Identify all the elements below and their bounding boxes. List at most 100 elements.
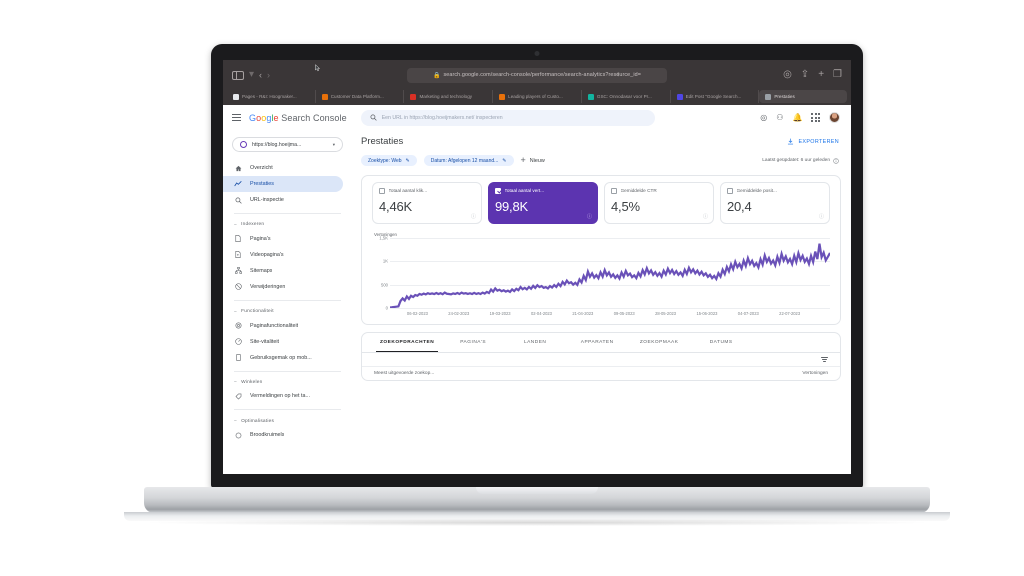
sidebar-item-sitemaps[interactable]: Sitemaps [223,263,343,279]
metric-value: 99,8K [495,198,528,214]
notifications-icon[interactable]: 🔔 [792,113,802,122]
info-icon[interactable]: ⓘ [587,213,592,220]
tab-landen[interactable]: LANDEN [504,333,566,352]
browser-tab[interactable]: GSC: Onnodasar voor Pr... [582,90,671,103]
sidebar-item-site-vitaliteit[interactable]: Site-vitaliteit [223,334,343,350]
metric-value: 4,46K [379,198,412,214]
brand-logo: Google Search Console [249,113,347,123]
sidebar-item-vermeldingen[interactable]: Vermeldingen op het ta... [223,388,343,404]
sidebar-group-functionaliteit[interactable]: − Functionaliteit [223,306,351,318]
new-filter-button[interactable]: + Nieuw [521,155,545,165]
tab-zoekopdrachten[interactable]: ZOEKOPDRACHTEN [372,333,442,352]
sidebar-item-verwijderingen[interactable]: Verwijderingen [223,279,343,295]
sidebar-item-broodkruimels[interactable]: Broodkruimels [223,427,343,443]
tab-datums[interactable]: DATUMS [690,333,752,352]
page-icon [234,235,242,243]
feedback-icon[interactable]: ⚇ [776,113,783,122]
trending-up-icon [234,180,242,188]
sidebar-item-prestaties[interactable]: Prestaties [223,176,343,192]
tab-overview-icon[interactable]: ❐ [833,70,842,80]
sidebar-item-url-inspectie[interactable]: URL-inspectie [223,192,343,208]
filter-chip-datum[interactable]: Datum: Afgelopen 12 maand... ✎ [423,155,514,166]
sidebar-item-paginas[interactable]: Pagina's [223,231,343,247]
tab-apparaten[interactable]: APPARATEN [566,333,628,352]
metric-label: Gemiddelde posit... [736,188,777,194]
checkbox[interactable] [611,188,617,194]
search-icon [234,197,242,204]
sidebar-group-winkelen[interactable]: − Winkelen [223,376,351,388]
tab-favicon-icon [410,93,417,100]
metric-card-clicks[interactable]: Totaal aantal klik... 4,46K ⓘ [372,182,482,224]
extensions-icon[interactable]: ◎ [783,70,792,80]
app-header: Google Search Console Een URL in https:/… [223,105,851,130]
checkbox[interactable] [495,188,501,194]
export-button[interactable]: EXPORTEREN [787,138,839,145]
tab-pagina-s[interactable]: PAGINA'S [442,333,504,352]
address-bar[interactable]: 🔒 search.google.com/search-console/perfo… [407,67,667,83]
tab-favicon-icon [499,93,506,100]
sidebar-group-label: Winkelen [241,379,263,385]
search-input[interactable]: Een URL in https://blog.hoeijmakers.net/… [360,109,655,126]
share-icon[interactable]: ⇪ [801,70,809,80]
sidebar-item-label: Gebruiksgemak op mob... [250,354,312,361]
sidebar-item-paginafunctionaliteit[interactable]: Paginafunctionaliteit [223,318,343,334]
page-title: Prestaties [361,136,404,147]
last-updated-text: Laatst geüpdatet: 6 uur geleden [762,158,830,163]
metric-card-ctr[interactable]: Gemiddelde CTR 4,5% ⓘ [604,182,714,224]
checkbox[interactable] [727,188,733,194]
browser-tab[interactable]: Leading players of Custo... [493,90,582,103]
info-icon[interactable]: ⓘ [703,213,708,220]
sidebar-toggle-icon[interactable] [232,70,244,80]
browser-tab[interactable]: Customer Data Platform... [316,90,405,103]
sidebar-item-label: Site-vitaliteit [250,338,280,345]
sidebar-item-label: Paginafunctionaliteit [250,322,299,329]
tab-label: DATUMS [709,340,733,345]
metric-card-position[interactable]: Gemiddelde posit... 20,4 ⓘ [720,182,830,224]
sidebar-group-indexeren[interactable]: − Indexeren [223,219,351,231]
metric-value: 20,4 [727,198,752,214]
tab-favicon-icon [765,93,772,100]
sidebar-item-videopaginas[interactable]: Videopagina's [223,247,343,263]
table-filter-bar [362,353,840,367]
search-console-app: Google Search Console Een URL in https:/… [223,64,851,474]
edit-pencil-icon[interactable]: ✎ [502,158,506,164]
avatar[interactable] [829,112,840,123]
chevron-down-icon[interactable]: ▾ [249,70,254,80]
collapse-icon: − [234,418,238,425]
tab-zoekopmaak[interactable]: ZOEKOPMAAK [628,333,690,352]
filter-chip-label: Zoektype: Web [368,157,402,164]
property-label: https://blog.hoeijma... [252,141,302,148]
metric-card-impressions[interactable]: Totaal aantal vert... 99,8K ⓘ [488,182,598,224]
sidebar-item-overzicht[interactable]: Overzicht [223,160,343,176]
sidebar-item-gebruiksgemak-mobiel[interactable]: Gebruiksgemak op mob... [223,350,343,366]
export-label: EXPORTEREN [798,138,839,145]
chart-x-tick-label: 22-07-2023 [779,311,801,316]
reader-mode-icon[interactable]: ◐ [616,70,622,80]
apps-grid-icon[interactable] [811,113,820,122]
toolbar-right-icons: ◎ ⇪ + ❐ [783,70,842,80]
info-icon[interactable] [833,157,839,164]
last-updated: Laatst geüpdatet: 6 uur geleden [762,157,839,164]
help-icon[interactable]: ◎ [760,113,767,122]
new-tab-icon[interactable]: + [818,70,824,80]
browser-tab-active[interactable]: Prestaties [759,90,848,103]
sidebar-group-optimalisaties[interactable]: − Optimalisaties [223,415,351,427]
menu-icon[interactable] [232,114,241,121]
chart-x-tick-label: 28-05-2023 [655,311,677,316]
property-selector[interactable]: https://blog.hoeijma... ▾ [232,137,343,152]
info-icon[interactable]: ⓘ [471,213,476,220]
browser-tab[interactable]: Marketing and technology [404,90,494,103]
forward-icon[interactable]: › [267,70,270,80]
detail-tabs: ZOEKOPDRACHTEN PAGINA'S LANDEN APPARATEN ZOE… [362,333,840,353]
back-icon[interactable]: ‹ [259,70,262,80]
brand-suffix: Search Console [278,112,347,123]
collapse-icon: − [234,308,238,315]
filter-icon[interactable] [821,357,828,362]
browser-tab[interactable]: Pages - R&I: Hoogmaker... [227,90,316,103]
checkbox[interactable] [379,188,385,194]
edit-pencil-icon[interactable]: ✎ [406,158,410,164]
browser-tab[interactable]: Edit Post "Google Search... [671,90,760,103]
info-icon[interactable]: ⓘ [819,213,824,220]
filter-chip-zoektype[interactable]: Zoektype: Web ✎ [361,155,417,166]
filter-chip-label: Datum: Afgelopen 12 maand... [430,157,499,164]
